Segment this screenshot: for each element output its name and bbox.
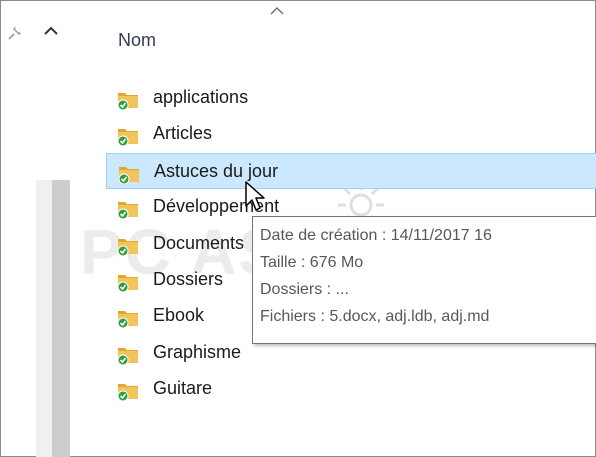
sort-ascending-icon [270,7,284,15]
shared-folder-icon [117,129,138,147]
folder-row[interactable]: Articles [106,116,596,152]
folder-row[interactable]: Guitare [106,371,596,407]
shared-folder-icon [117,347,138,365]
folder-info-tooltip: Date de création : 14/11/2017 16 Taille … [252,216,596,344]
folder-row[interactable]: applications [106,80,596,116]
folder-name: Documents [153,232,245,253]
folder-name: applications [153,87,249,107]
tooltip-size: Taille : 676 Mo [260,254,364,271]
folder-name: Dossiers [153,269,224,289]
shared-folder-icon [117,202,138,220]
folder-row[interactable]: Astuces du jour [106,152,596,189]
navigation-pane [0,0,70,457]
shared-folder-icon [118,166,139,184]
shared-folder-icon [117,311,138,329]
shared-folder-icon [117,275,138,292]
folder-name: Astuces du jour [154,160,279,181]
tooltip-files: Fichiers : 5.docx, adj.ldb, adj.md [260,308,490,325]
tooltip-creation-date: Date de création : 14/11/2017 16 [260,227,492,244]
shared-folder-icon [117,384,138,402]
folder-name: Articles [153,123,213,144]
shared-folder-icon [117,238,138,256]
expand-chevron-up-icon[interactable] [40,22,62,40]
nav-scrollbar-thumb[interactable] [52,180,70,457]
shared-folder-icon [117,93,138,110]
pin-icon[interactable] [6,24,24,42]
mouse-cursor-icon [245,181,265,211]
folder-name: Graphisme [153,341,242,362]
tooltip-folders: Dossiers : ... [260,281,349,298]
column-header-name[interactable]: Nom [118,30,156,51]
folder-name: Guitare [153,378,213,399]
folder-name: Ebook [153,305,205,326]
